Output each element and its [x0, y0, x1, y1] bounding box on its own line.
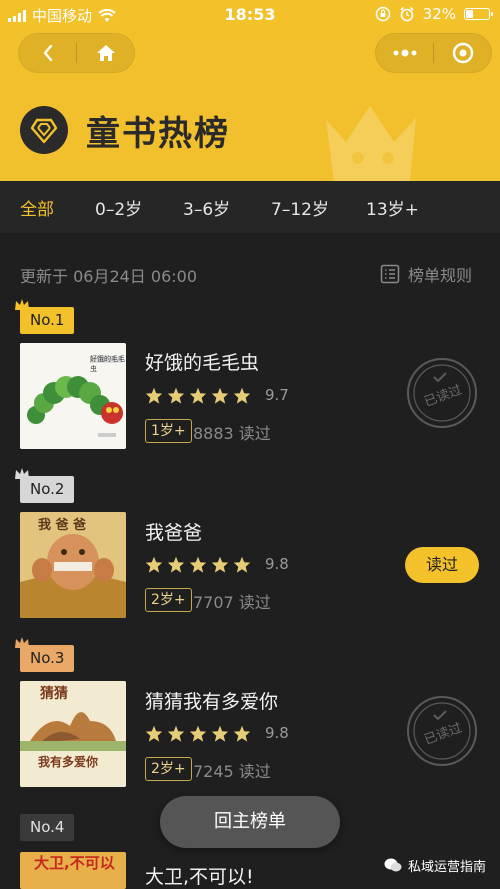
star-icon	[233, 387, 251, 404]
book-title[interactable]: 猜猜我有多爱你	[145, 687, 278, 714]
tab-0-2[interactable]: 0–2岁	[95, 195, 142, 220]
home-button[interactable]	[77, 34, 134, 72]
age-tag: 2岁+	[145, 757, 192, 781]
book-title[interactable]: 我爸爸	[145, 518, 202, 545]
rank-badge: No.4	[20, 814, 75, 841]
cover-text: 大卫,不可以	[34, 854, 115, 872]
list-icon	[380, 264, 400, 284]
star-icon	[211, 556, 229, 573]
book-cover[interactable]: 大卫,不可以	[20, 852, 126, 889]
star-icon	[145, 725, 163, 742]
book-cover[interactable]: 好饿的毛毛虫	[20, 343, 126, 449]
star-icon	[189, 725, 207, 742]
miniprogram-capsule	[375, 33, 492, 73]
tab-13-plus[interactable]: 13岁+	[366, 195, 419, 220]
chevron-left-icon	[43, 44, 52, 62]
star-icon	[167, 387, 185, 404]
book-cover[interactable]: 我 爸 爸	[20, 512, 126, 618]
cover-subtext: 我有多爱你	[38, 755, 99, 769]
watermark-text: 私域运营指南	[407, 860, 486, 875]
rank-badge: No.1	[20, 307, 75, 334]
tab-3-6[interactable]: 3–6岁	[183, 195, 230, 220]
heart-shield-icon	[30, 118, 58, 144]
battery-percent: 32%	[422, 5, 456, 23]
close-miniprogram-button[interactable]	[434, 34, 491, 72]
wechat-icon	[384, 858, 402, 872]
star-icon	[233, 556, 251, 573]
more-button[interactable]	[376, 34, 433, 72]
star-icon	[233, 725, 251, 742]
more-dots-icon	[393, 49, 416, 57]
read-stamp[interactable]: 已读过	[406, 695, 478, 767]
cover-text: 好饿的毛毛虫	[90, 355, 125, 373]
rotation-lock-icon	[375, 6, 390, 22]
alarm-icon	[400, 6, 414, 22]
home-icon	[96, 45, 115, 61]
read-count: 7707 读过	[193, 593, 271, 612]
rank-badge: No.3	[20, 645, 75, 672]
status-bar: 中国移动 18:53 32%	[0, 0, 500, 30]
back-to-main-list-button[interactable]: 回主榜单	[160, 796, 340, 848]
battery-icon	[464, 8, 493, 20]
nav-pill	[18, 33, 135, 73]
read-count: 8883 读过	[193, 424, 271, 443]
page-title: 童书热榜	[86, 114, 230, 154]
rating: 9.8	[145, 555, 289, 573]
cover-text: 我 爸 爸	[38, 518, 87, 533]
watermark: 私域运营指南	[384, 856, 486, 875]
score: 9.8	[265, 724, 289, 742]
star-icon	[189, 556, 207, 573]
app-logo	[20, 106, 68, 154]
cover-text: 猜猜	[40, 686, 68, 702]
rules-label: 榜单规则	[408, 266, 473, 285]
rating: 9.7	[145, 386, 289, 404]
age-tag: 1岁+	[145, 419, 192, 443]
header: 中国移动 18:53 32% 童书热榜	[0, 0, 500, 181]
book-cover[interactable]: 猜猜 我有多爱你	[20, 681, 126, 787]
star-icon	[189, 387, 207, 404]
rating: 9.8	[145, 724, 289, 742]
rank-badge: No.2	[20, 476, 75, 503]
tab-7-12[interactable]: 7–12岁	[271, 195, 329, 220]
age-tag: 2岁+	[145, 588, 192, 612]
book-title[interactable]: 好饿的毛毛虫	[145, 348, 259, 375]
back-button[interactable]	[19, 34, 76, 72]
book-title[interactable]: 大卫,不可以!	[145, 862, 254, 889]
star-icon	[211, 387, 229, 404]
mark-read-button[interactable]: 读过	[405, 547, 479, 583]
score: 9.8	[265, 555, 289, 573]
target-icon	[452, 42, 473, 64]
star-icon	[211, 725, 229, 742]
star-icon	[145, 556, 163, 573]
read-stamp[interactable]: 已读过	[406, 357, 478, 429]
star-icon	[167, 725, 185, 742]
score: 9.7	[265, 386, 289, 404]
star-icon	[145, 387, 163, 404]
crown-decoration-icon	[326, 106, 416, 181]
read-count: 7245 读过	[193, 762, 271, 781]
rules-link[interactable]: 榜单规则	[380, 262, 472, 286]
age-filter-tabs	[0, 181, 500, 233]
hare-illustration	[20, 681, 126, 787]
star-icon	[167, 556, 185, 573]
update-time: 更新于 06月24日 06:00	[20, 267, 198, 286]
tab-all[interactable]: 全部	[20, 195, 54, 220]
